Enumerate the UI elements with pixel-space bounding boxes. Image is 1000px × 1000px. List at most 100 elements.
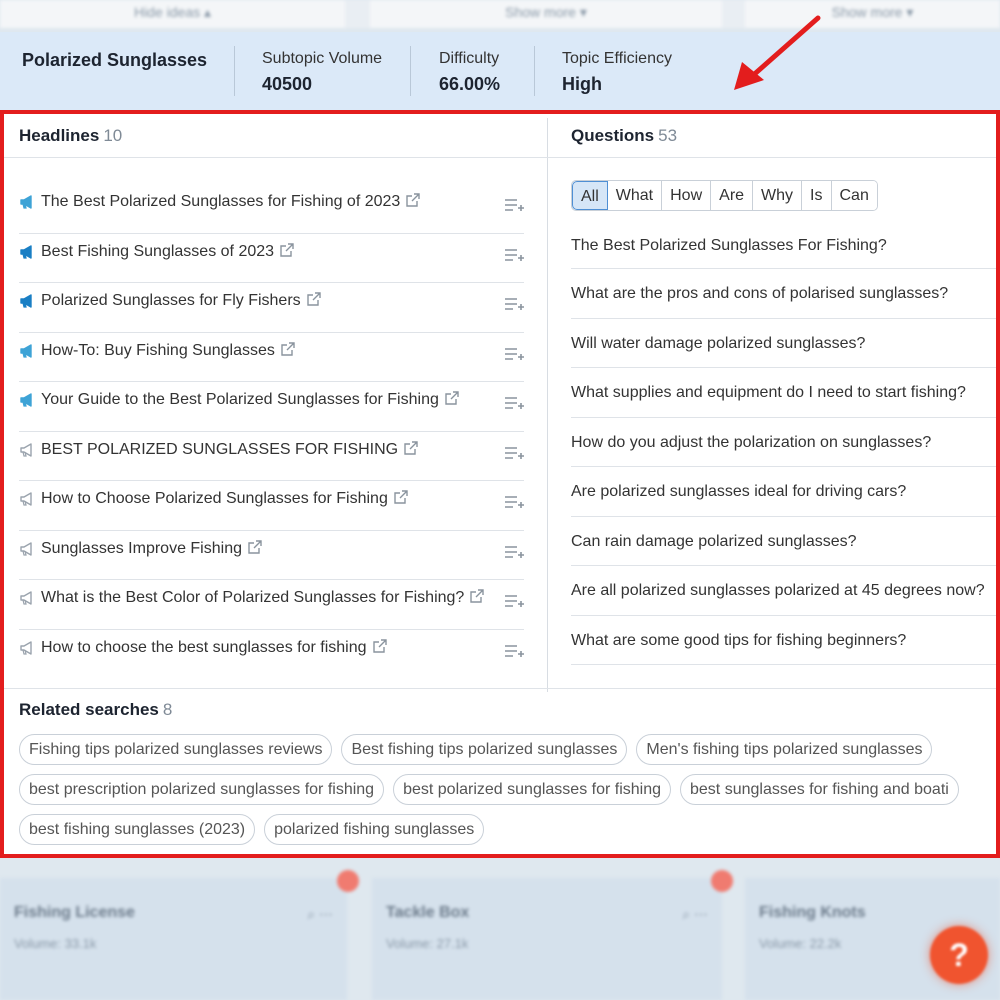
question-row[interactable]: What are some good tips for fishing begi… [571, 616, 996, 665]
related-search-tag[interactable]: polarized fishing sunglasses [264, 814, 485, 845]
filter-chip-what[interactable]: What [607, 181, 663, 210]
headline-label: Your Guide to the Best Polarized Sunglas… [41, 391, 439, 408]
external-link-icon[interactable] [404, 440, 418, 455]
question-row[interactable]: What are the pros and cons of polarised … [571, 269, 996, 319]
filter-chip-can[interactable]: Can [831, 181, 877, 210]
add-to-list-icon[interactable] [504, 593, 524, 609]
subtopic-card-volume: Volume: 22.2k [759, 936, 842, 951]
external-link-icon[interactable] [372, 638, 387, 653]
subtopic-volume: Subtopic Volume 40500 [262, 50, 382, 95]
external-link-icon[interactable] [280, 242, 294, 257]
related-search-tag[interactable]: Best fishing tips polarized sunglasses [341, 734, 628, 765]
related-search-tag[interactable]: best prescription polarized sunglasses f… [19, 774, 385, 805]
top-strip: Hide ideas ▴ Show more ▾ Show more ▾ [0, 0, 1000, 28]
headline-row: The Best Polarized Sunglasses for Fishin… [19, 184, 524, 234]
megaphone-light-icon [19, 392, 35, 408]
headline-text: The Best Polarized Sunglasses for Fishin… [41, 193, 421, 211]
headline-row: How to choose the best sunglasses for fi… [19, 630, 524, 680]
topic-summary: Polarized Sunglasses Subtopic Volume 405… [0, 32, 1000, 110]
megaphone-light-icon [19, 343, 35, 359]
external-link-icon[interactable] [248, 539, 262, 554]
megaphone-outline-icon [19, 590, 35, 606]
question-row[interactable]: Are polarized sunglasses ideal for drivi… [571, 467, 996, 517]
related-search-tag[interactable]: best sunglasses for fishing and boati [680, 774, 959, 805]
search-icon[interactable]: ⌕ ⋯ [307, 906, 333, 923]
headline-row: What is the Best Color of Polarized Sung… [19, 580, 524, 630]
subtopic-card-volume: Volume: 27.1k [386, 936, 469, 951]
add-to-list-icon[interactable] [504, 395, 524, 411]
headline-label: BEST POLARIZED SUNGLASSES FOR FISHING [41, 440, 399, 458]
related-searches-row: best fishing sunglasses (2023) polarized … [19, 814, 996, 845]
add-to-list-icon[interactable] [504, 494, 524, 510]
add-to-list-icon[interactable] [504, 643, 524, 659]
megaphone-dark-icon [19, 293, 35, 309]
external-link-icon[interactable] [445, 391, 459, 405]
related-search-tag[interactable]: best fishing sunglasses (2023) [19, 814, 256, 845]
headline-row: Best Fishing Sunglasses of 2023 [19, 234, 524, 283]
related-search-tag[interactable]: Men's fishing tips polarized sunglasses [636, 734, 933, 765]
badge-icon [711, 870, 733, 892]
hide-ideas-link[interactable]: Hide ideas ▴ [0, 0, 345, 28]
show-more-link[interactable]: Show more ▾ [370, 0, 722, 28]
filter-chip-how[interactable]: How [662, 181, 712, 210]
search-icon[interactable]: ⌕ ⋯ [682, 906, 708, 923]
headline-text: Your Guide to the Best Polarized Sunglas… [41, 391, 459, 409]
questions-title: Questions [571, 126, 655, 145]
badge-icon [337, 870, 359, 892]
question-row[interactable]: Can rain damage polarized sunglasses? [571, 517, 996, 566]
subtopic-card[interactable]: Tackle Box Volume: 27.1k ⌕ ⋯ [372, 878, 722, 1000]
topic-efficiency-value: High [562, 74, 602, 94]
question-row[interactable]: The Best Polarized Sunglasses For Fishin… [571, 223, 996, 269]
external-link-icon[interactable] [470, 589, 485, 603]
headline-label: How to Choose Polarized Sunglasses for F… [41, 490, 388, 507]
external-link-icon[interactable] [281, 341, 295, 356]
topic-detail-panel: Headlines 10 The Best Polarized Sunglasse… [0, 110, 1000, 858]
divider [410, 46, 411, 96]
filter-chip-all[interactable]: All [572, 181, 608, 210]
subtopic-cards: Fishing License Volume: 33.1k ⌕ ⋯ Tackle… [0, 858, 1000, 1000]
add-to-list-icon[interactable] [504, 544, 524, 560]
external-link-icon[interactable] [394, 490, 408, 504]
question-row[interactable]: What supplies and equipment do I need to… [571, 368, 996, 418]
headlines-title: Headlines [19, 126, 100, 145]
filter-chip-is[interactable]: Is [802, 181, 832, 210]
related-searches-count: 8 [162, 700, 173, 719]
related-searches-heading: Related searches 8 [19, 700, 172, 720]
annotation-arrow-icon [734, 15, 821, 90]
questions-list: The Best Polarized Sunglasses For Fishin… [571, 223, 996, 665]
add-to-list-icon[interactable] [504, 247, 524, 263]
question-row[interactable]: Will water damage polarized sunglasses? [571, 319, 996, 368]
megaphone-outline-icon [19, 541, 35, 557]
add-to-list-icon[interactable] [504, 445, 524, 461]
difficulty-value: 66.00% [439, 74, 501, 94]
question-row[interactable]: How do you adjust the polarization on su… [571, 418, 996, 467]
external-link-icon[interactable] [306, 292, 321, 306]
headline-text: BEST POLARIZED SUNGLASSES FOR FISHING [41, 441, 418, 459]
megaphone-dark-icon [19, 244, 35, 260]
headline-label: How to choose the best sunglasses for fi… [41, 638, 367, 656]
related-searches-title: Related searches [19, 700, 159, 719]
topic-efficiency-label: Topic Efficiency [562, 50, 672, 67]
help-button[interactable]: ? [930, 926, 988, 984]
filter-chip-why[interactable]: Why [753, 181, 803, 210]
headline-label: Sunglasses Improve Fishing [41, 539, 242, 557]
subtopic-card[interactable]: Fishing License Volume: 33.1k ⌕ ⋯ [0, 878, 347, 1000]
filter-chip-are[interactable]: Are [711, 181, 754, 210]
external-link-icon[interactable] [406, 193, 421, 207]
headline-text: How-To: Buy Fishing Sunglasses [41, 342, 295, 360]
related-search-tag[interactable]: Fishing tips polarized sunglasses review… [19, 734, 333, 765]
add-to-list-icon[interactable] [504, 346, 524, 362]
headline-text: What is the Best Color of Polarized Sung… [41, 589, 485, 607]
headline-row: Polarized Sunglasses for Fly Fishers [19, 283, 524, 333]
megaphone-outline-icon [19, 442, 35, 458]
related-searches-list: Fishing tips polarized sunglasses review… [19, 734, 996, 854]
add-to-list-icon[interactable] [504, 197, 524, 213]
add-to-list-icon[interactable] [504, 296, 524, 312]
related-search-tag[interactable]: best polarized sunglasses for fishing [393, 774, 671, 805]
question-filter-group: All What How Are Why Is Can [571, 180, 878, 211]
subtopic-volume-value: 40500 [262, 74, 313, 94]
headline-row: BEST POLARIZED SUNGLASSES FOR FISHING [19, 432, 524, 481]
question-row[interactable]: Are all polarized sunglasses polarized a… [571, 566, 996, 616]
headlines-count: 10 [103, 126, 123, 145]
divider [234, 46, 235, 96]
